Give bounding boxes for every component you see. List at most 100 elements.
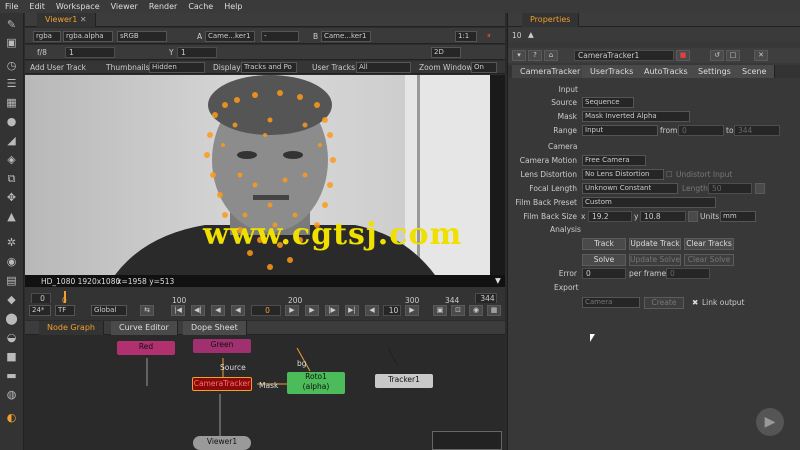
- play-back-icon[interactable]: ◀: [211, 305, 225, 316]
- clear-tracks-button[interactable]: Clear Tracks: [684, 238, 734, 250]
- merge-icon[interactable]: ⧉: [4, 171, 19, 186]
- export-select[interactable]: Camera: [582, 297, 640, 308]
- loop-icon[interactable]: ⇆: [140, 305, 154, 316]
- deep-icon[interactable]: ◉: [4, 254, 19, 269]
- gamma-field[interactable]: 1: [177, 47, 217, 58]
- solve-button[interactable]: Solve: [582, 254, 626, 266]
- film-back-x-field[interactable]: 19.2: [588, 211, 632, 222]
- source-select[interactable]: Sequence: [582, 97, 634, 108]
- update-solve-button[interactable]: Update Solve: [629, 254, 681, 266]
- plugin-icon[interactable]: ▬: [4, 368, 19, 383]
- viewer-node[interactable]: Viewer1: [193, 436, 251, 450]
- tab-dope-sheet[interactable]: Dope Sheet: [183, 321, 247, 335]
- play-icon[interactable]: ▶: [305, 305, 319, 316]
- 3d-icon[interactable]: ▲: [4, 209, 19, 224]
- tab-viewer1[interactable]: Viewer1 ✕: [37, 13, 96, 27]
- revert-icon[interactable]: ↺: [710, 50, 724, 61]
- menu-render[interactable]: Render: [149, 2, 177, 11]
- track-button[interactable]: Track: [582, 238, 626, 250]
- menu-file[interactable]: File: [5, 2, 18, 11]
- a-input-select[interactable]: Came...ker1: [205, 31, 255, 42]
- tab-curve-editor[interactable]: Curve Editor: [111, 321, 178, 335]
- next-key-icon[interactable]: |▶: [325, 305, 339, 316]
- zoom-select[interactable]: 1:1: [455, 31, 477, 42]
- node-graph-minimap[interactable]: [432, 431, 502, 450]
- film-back-anim-icon[interactable]: [688, 211, 698, 222]
- tab-settings[interactable]: Settings: [690, 65, 740, 78]
- scope-select[interactable]: Global: [91, 305, 127, 316]
- lens-distortion-select[interactable]: No Lens Distortion: [582, 169, 664, 180]
- current-frame-field[interactable]: 0: [251, 305, 281, 316]
- first-frame-icon[interactable]: |◀: [171, 305, 185, 316]
- update-track-button[interactable]: Update Track: [629, 238, 681, 250]
- wipe-op-select[interactable]: -: [261, 31, 299, 42]
- layers-icon[interactable]: ☰: [4, 76, 19, 91]
- camera-motion-select[interactable]: Free Camera: [582, 155, 646, 166]
- alpha-select[interactable]: rgba.alpha: [63, 31, 113, 42]
- step-back-icon[interactable]: ◀: [231, 305, 245, 316]
- units-select[interactable]: mm: [720, 211, 756, 222]
- transform-icon[interactable]: ✥: [4, 190, 19, 205]
- expand-icon[interactable]: ▼: [495, 276, 501, 285]
- range-to-field[interactable]: 344: [734, 125, 780, 136]
- tab-usertracks[interactable]: UserTracks: [582, 65, 643, 78]
- red-node[interactable]: Red: [117, 341, 175, 355]
- mask-select[interactable]: Mask Inverted Alpha: [582, 111, 690, 122]
- clear-solve-button[interactable]: Clear Solve: [684, 254, 734, 266]
- tab-scene[interactable]: Scene: [734, 65, 776, 78]
- fps-select[interactable]: 24*: [29, 305, 51, 316]
- channel-icon[interactable]: ▦: [4, 95, 19, 110]
- film-back-preset-select[interactable]: Custom: [582, 197, 716, 208]
- pause-icon[interactable]: ⏸: [487, 31, 491, 41]
- zoom-window-select[interactable]: On: [471, 62, 497, 73]
- display-select[interactable]: Tracks and Po: [241, 62, 297, 73]
- undistort-checkbox[interactable]: ☐: [666, 170, 673, 179]
- tab-autotracks[interactable]: AutoTracks: [636, 65, 697, 78]
- render-icon[interactable]: ▦: [487, 305, 501, 316]
- tracker-node[interactable]: Tracker1: [375, 374, 433, 388]
- tab-properties[interactable]: Properties: [522, 13, 580, 27]
- color-icon[interactable]: ●: [4, 114, 19, 129]
- roto-node[interactable]: Roto1 (alpha): [287, 372, 345, 394]
- collapse-icon[interactable]: ▾: [512, 50, 526, 61]
- gizmo-icon[interactable]: ■: [4, 349, 19, 364]
- views-icon[interactable]: ▤: [4, 273, 19, 288]
- menu-help[interactable]: Help: [224, 2, 242, 11]
- channel-select[interactable]: rgba: [33, 31, 61, 42]
- last-frame-icon[interactable]: ▶|: [345, 305, 359, 316]
- float-icon[interactable]: □: [726, 50, 740, 61]
- tab-cameratracker[interactable]: CameraTracker: [512, 65, 590, 78]
- create-button[interactable]: Create: [644, 297, 684, 309]
- paint-icon[interactable]: ▣: [4, 35, 19, 50]
- colorspace-select[interactable]: sRGB: [117, 31, 167, 42]
- b-input-select[interactable]: Came...ker1: [321, 31, 371, 42]
- focal-length-select[interactable]: Unknown Constant: [582, 183, 678, 194]
- user-tracks-select[interactable]: All: [356, 62, 411, 73]
- link-output-checkbox[interactable]: ✖: [692, 298, 698, 307]
- skip-back-icon[interactable]: ◀: [365, 305, 379, 316]
- view-mode-select[interactable]: 2D: [431, 47, 461, 58]
- menu-viewer[interactable]: Viewer: [111, 2, 138, 11]
- gain-field[interactable]: 1: [65, 47, 115, 58]
- close-panel-icon[interactable]: ✕: [754, 50, 768, 61]
- particles-icon[interactable]: ✲: [4, 235, 19, 250]
- bookmark-icon[interactable]: ▣: [433, 305, 447, 316]
- camera-tracker-node[interactable]: CameraTracker: [192, 377, 252, 391]
- step-forward-icon[interactable]: ▶: [285, 305, 299, 316]
- fx-icon[interactable]: ◍: [4, 387, 19, 402]
- play-overlay-icon[interactable]: ▶: [756, 408, 784, 436]
- add-user-track-button[interactable]: Add User Track: [30, 63, 86, 72]
- prev-key-icon[interactable]: ◀|: [191, 305, 205, 316]
- filter-icon[interactable]: ◢: [4, 133, 19, 148]
- lock-icon[interactable]: ▲: [528, 30, 534, 39]
- toolsets-icon[interactable]: ⬤: [4, 311, 19, 326]
- metadata-icon[interactable]: ◆: [4, 292, 19, 307]
- cache-icon[interactable]: ⊡: [451, 305, 465, 316]
- help-icon[interactable]: ?: [528, 50, 542, 61]
- menu-edit[interactable]: Edit: [29, 2, 45, 11]
- viewer-canvas[interactable]: www.cgtsj.com: [25, 75, 505, 275]
- tf-select[interactable]: TF: [55, 305, 75, 316]
- select-tool-icon[interactable]: ✎: [4, 17, 19, 32]
- color-swatch-icon[interactable]: ■: [676, 50, 690, 61]
- skip-forward-icon[interactable]: ▶: [405, 305, 419, 316]
